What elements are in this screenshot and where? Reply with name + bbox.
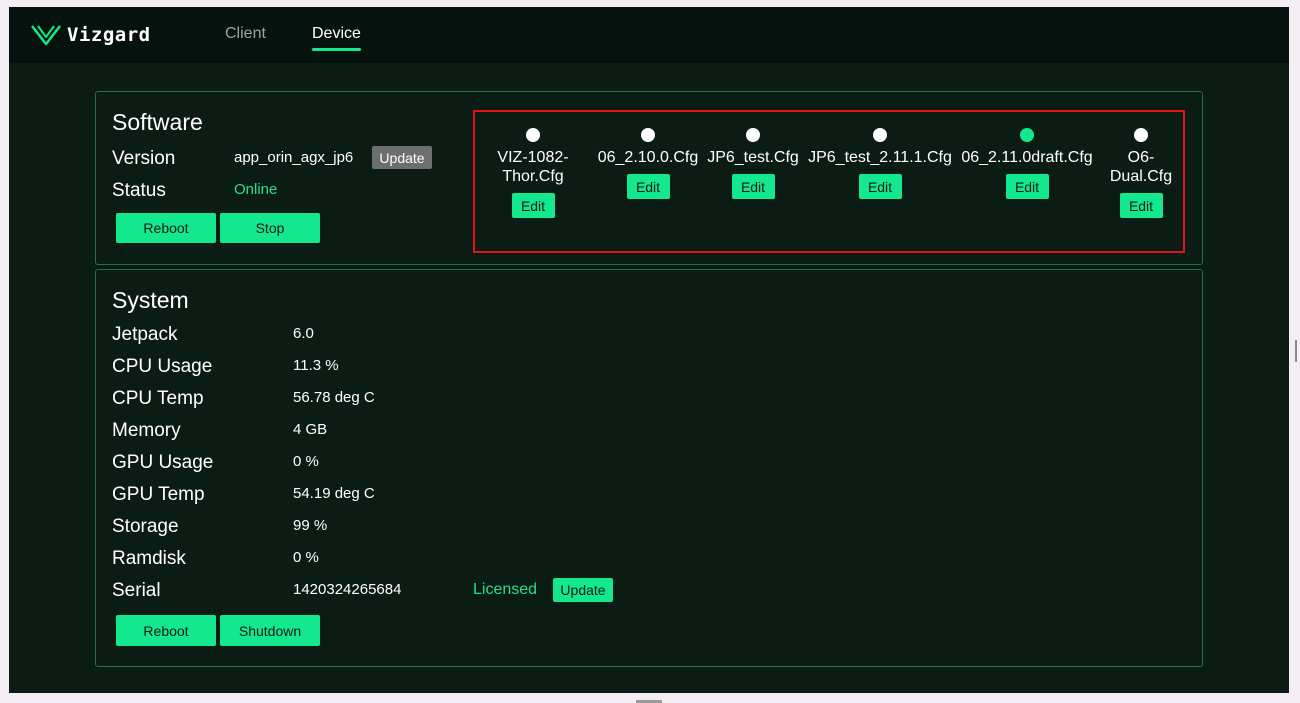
scrollbar-handle[interactable] [1295,340,1297,362]
vizgard-logo-icon [31,25,61,46]
config-item: 06_2.11.0draft.Cfg Edit [957,112,1097,199]
tab-device[interactable]: Device [312,25,361,51]
version-update-button[interactable]: Update [372,146,432,169]
config-name: JP6_test.Cfg [707,149,799,166]
config-edit-button[interactable]: Edit [1119,193,1163,218]
status-value: Online [234,181,278,198]
config-edit-button[interactable]: Edit [1005,174,1049,199]
gpu-temp-value: 54.19 deg C [293,485,375,502]
system-reboot-button[interactable]: Reboot [116,615,216,646]
config-radio[interactable] [746,128,760,142]
app-frame: Vizgard Client Device Software Version a… [9,7,1289,693]
config-edit-button[interactable]: Edit [858,174,902,199]
config-radio[interactable] [526,128,540,142]
config-item: JP6_test.Cfg Edit [703,112,803,199]
memory-label: Memory [112,420,181,441]
serial-value: 1420324265684 [293,581,402,598]
memory-value: 4 GB [293,421,328,438]
cpu-usage-label: CPU Usage [112,356,213,377]
version-label: Version [112,148,176,169]
ramdisk-value: 0 % [293,549,319,566]
config-radio-selected[interactable] [1020,128,1034,142]
config-radio[interactable] [873,128,887,142]
software-title: Software [112,109,203,135]
jetpack-label: Jetpack [112,324,178,345]
storage-value: 99 % [293,517,328,534]
tab-client[interactable]: Client [225,25,266,43]
config-item: 06_2.10.0.Cfg Edit [593,112,703,199]
cpu-temp-value: 56.78 deg C [293,389,375,406]
stop-button[interactable]: Stop [220,213,320,243]
config-name: JP6_test_2.11.1.Cfg [808,149,952,166]
shutdown-button[interactable]: Shutdown [220,615,320,646]
jetpack-value: 6.0 [293,325,314,342]
version-value: app_orin_agx_jp6 [234,149,354,166]
status-label: Status [112,180,166,201]
serial-label: Serial [112,580,161,601]
software-panel: Software Version app_orin_agx_jp6 Update… [95,91,1203,265]
system-panel: System Jetpack 6.0 CPU Usage 11.3 % CPU … [95,269,1203,667]
cpu-temp-label: CPU Temp [112,388,204,409]
config-selector: VIZ-1082- Thor.Cfg Edit 06_2.10.0.Cfg Ed… [473,110,1185,253]
config-edit-button[interactable]: Edit [626,174,670,199]
config-edit-button[interactable]: Edit [511,193,555,218]
app-name: Vizgard [67,24,151,46]
top-navbar: Vizgard Client Device [9,7,1289,63]
config-name: 06_2.10.0.Cfg [597,149,699,166]
ramdisk-label: Ramdisk [112,548,186,569]
license-status: Licensed [473,581,538,598]
gpu-usage-label: GPU Usage [112,452,214,473]
vizgard-logo[interactable]: Vizgard [31,21,151,49]
gpu-temp-label: GPU Temp [112,484,205,505]
gpu-usage-value: 0 % [293,453,319,470]
software-reboot-button[interactable]: Reboot [116,213,216,243]
config-item: O6- Dual.Cfg Edit [1103,112,1179,218]
config-name: VIZ-1082- Thor.Cfg [497,149,569,185]
license-update-button[interactable]: Update [553,578,613,602]
config-radio[interactable] [641,128,655,142]
cpu-usage-value: 11.3 % [293,357,339,374]
config-item: JP6_test_2.11.1.Cfg Edit [805,112,955,199]
system-title: System [112,287,189,313]
config-name: 06_2.11.0draft.Cfg [961,149,1093,166]
config-name: O6- Dual.Cfg [1109,149,1173,185]
config-item: VIZ-1082- Thor.Cfg Edit [490,112,576,218]
config-radio[interactable] [1134,128,1148,142]
storage-label: Storage [112,516,179,537]
config-edit-button[interactable]: Edit [731,174,775,199]
